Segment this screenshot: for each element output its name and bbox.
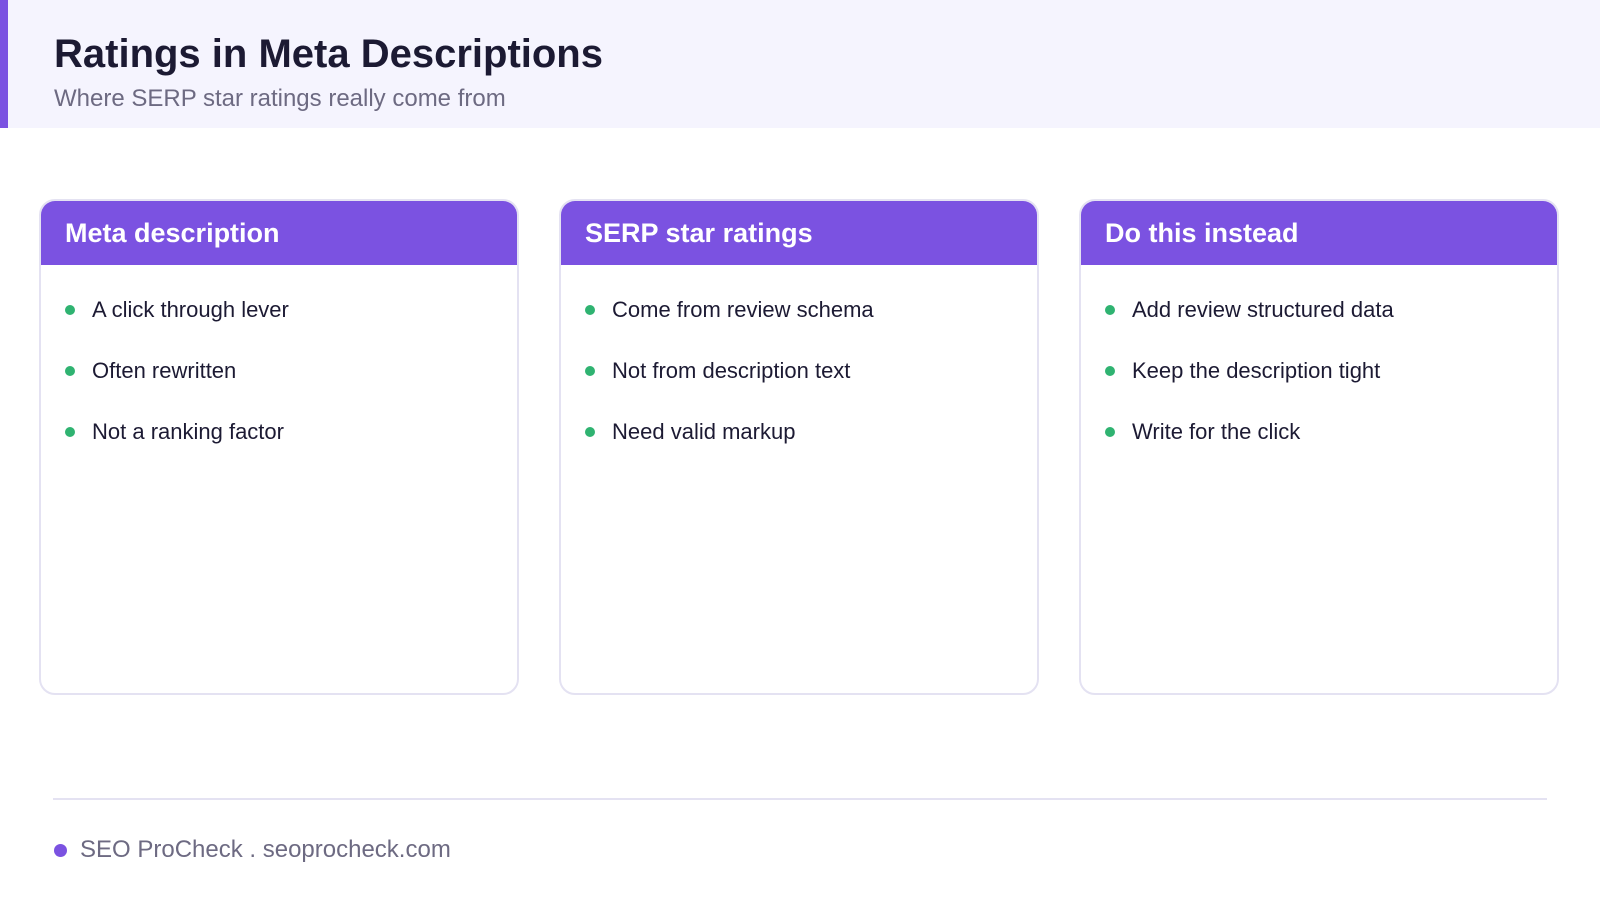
list-item: Often rewritten <box>65 355 517 387</box>
list-item-text: Add review structured data <box>1132 297 1394 322</box>
bullet-dot-icon <box>585 366 595 376</box>
list-item-text: Not from description text <box>612 358 851 383</box>
card-do-this-instead: Do this instead Add review structured da… <box>1079 199 1559 695</box>
bullet-dot-icon <box>1105 366 1115 376</box>
list-item: Write for the click <box>1105 416 1557 448</box>
list-item-text: A click through lever <box>92 297 289 322</box>
bullet-dot-icon <box>65 305 75 315</box>
card-header: SERP star ratings <box>561 201 1037 265</box>
bullet-dot-icon <box>1105 305 1115 315</box>
brand-dot-icon <box>54 843 67 857</box>
footer-divider <box>53 798 1547 800</box>
card-serp-star-ratings: SERP star ratings Come from review schem… <box>559 199 1039 695</box>
page-title: Ratings in Meta Descriptions <box>54 32 603 76</box>
footer: SEO ProCheck . seoprocheck.com <box>54 836 451 864</box>
bullet-dot-icon <box>65 427 75 437</box>
list-item: Need valid markup <box>585 416 1037 448</box>
footer-brand-text: SEO ProCheck . seoprocheck.com <box>80 836 451 863</box>
list-item-text: Not a ranking factor <box>92 419 284 444</box>
list-item: Keep the description tight <box>1105 355 1557 387</box>
list-item: Add review structured data <box>1105 294 1557 326</box>
card-list: Come from review schema Not from descrip… <box>561 265 1037 448</box>
header-band: Ratings in Meta Descriptions Where SERP … <box>0 0 1600 128</box>
list-item-text: Come from review schema <box>612 297 874 322</box>
card-header: Meta description <box>41 201 517 265</box>
list-item-text: Often rewritten <box>92 358 237 383</box>
card-title: Meta description <box>65 217 280 248</box>
bullet-dot-icon <box>585 305 595 315</box>
card-title: SERP star ratings <box>585 217 813 248</box>
list-item: Come from review schema <box>585 294 1037 326</box>
list-item: A click through lever <box>65 294 517 326</box>
list-item-text: Write for the click <box>1132 419 1301 444</box>
bullet-dot-icon <box>1105 427 1115 437</box>
card-header: Do this instead <box>1081 201 1557 265</box>
list-item: Not a ranking factor <box>65 416 517 448</box>
list-item-text: Need valid markup <box>612 419 796 444</box>
header-accent-bar <box>0 0 8 128</box>
card-title: Do this instead <box>1105 217 1299 248</box>
card-list: A click through lever Often rewritten No… <box>41 265 517 448</box>
bullet-dot-icon <box>65 366 75 376</box>
card-meta-description: Meta description A click through lever O… <box>39 199 519 695</box>
list-item-text: Keep the description tight <box>1132 358 1381 383</box>
card-list: Add review structured data Keep the desc… <box>1081 265 1557 448</box>
bullet-dot-icon <box>585 427 595 437</box>
page-subtitle: Where SERP star ratings really come from <box>54 85 506 112</box>
list-item: Not from description text <box>585 355 1037 387</box>
